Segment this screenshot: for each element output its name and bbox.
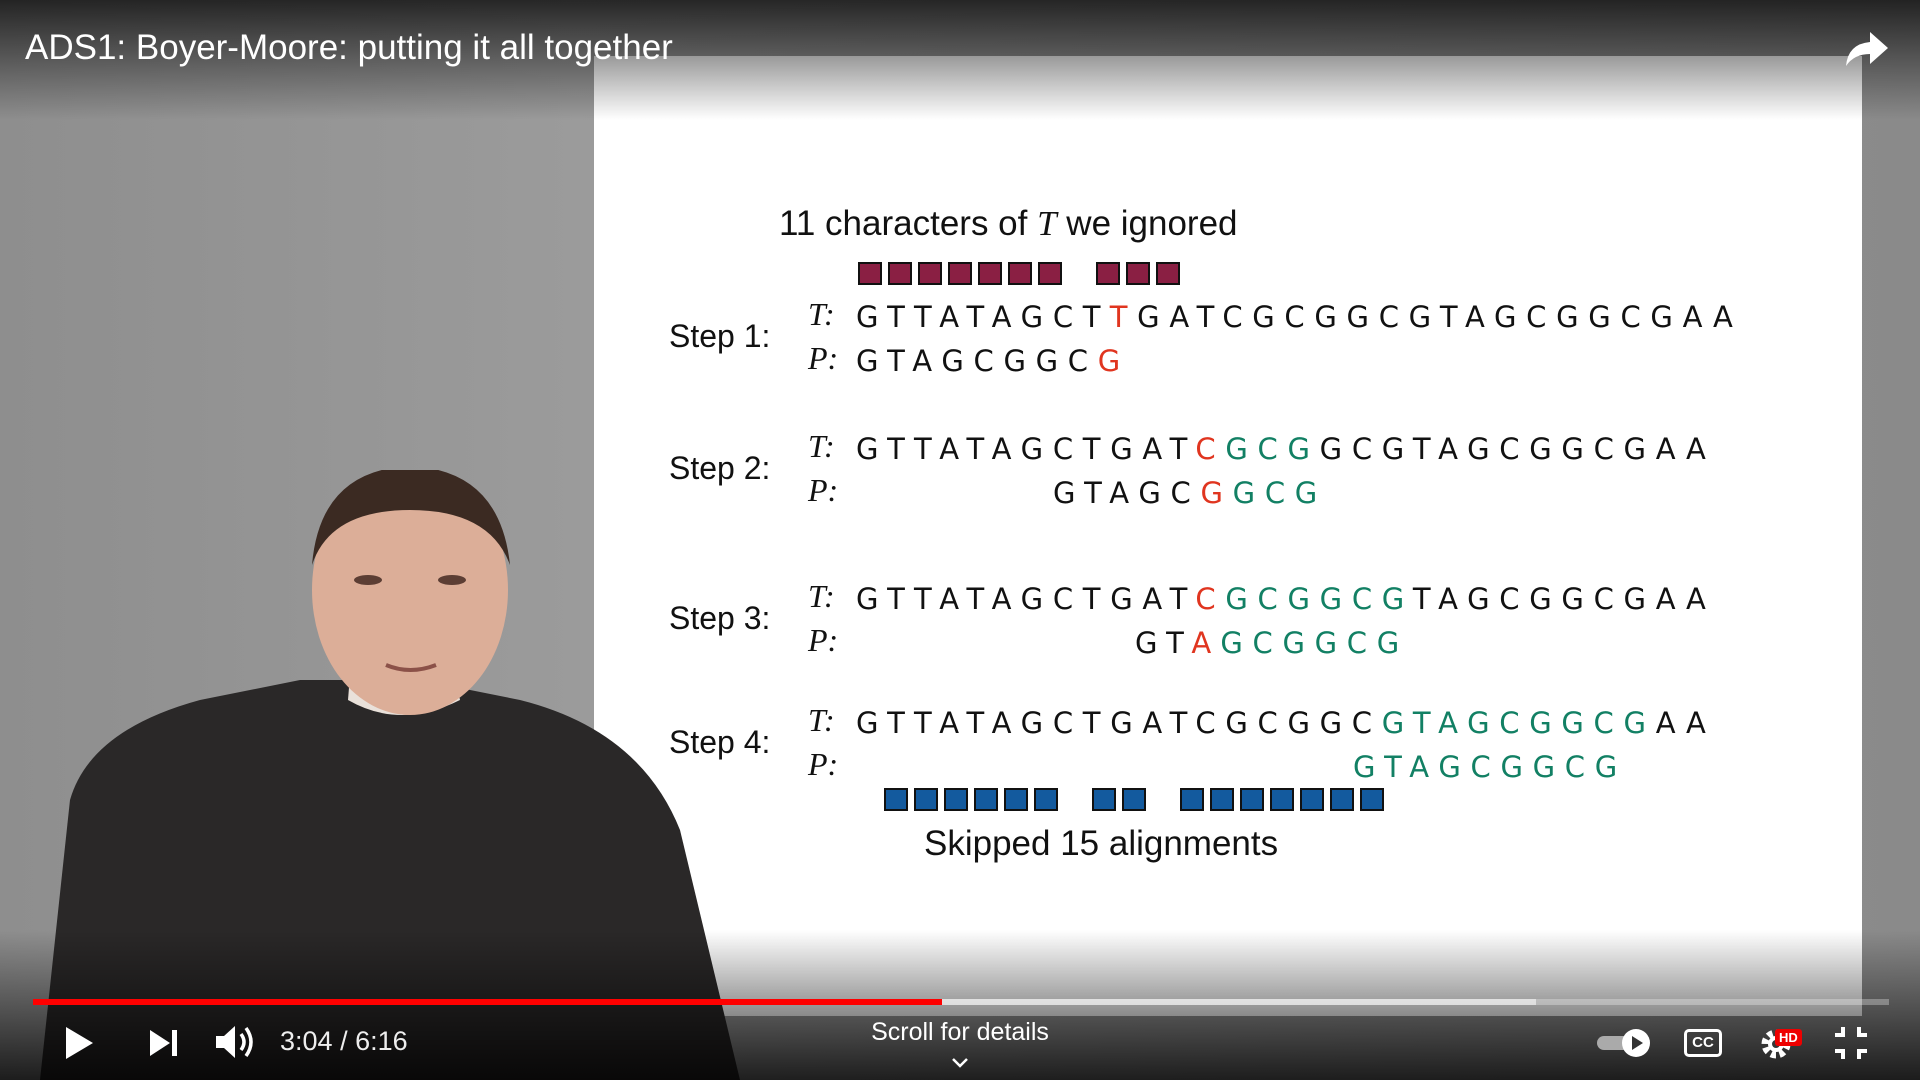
- sequence-segment: AA: [1655, 706, 1716, 740]
- mismatch-segment: C: [1195, 582, 1226, 616]
- blue-box: [1004, 788, 1028, 811]
- sequence-segment: GT: [1135, 626, 1192, 660]
- chevron-down-icon: [952, 1058, 968, 1068]
- slide-content: 11 characters of T we ignored Step 1: T: G…: [594, 56, 1862, 1016]
- slide-heading-ignored: 11 characters of T we ignored: [779, 204, 1238, 244]
- match-segment: GCGGCG: [1220, 626, 1409, 660]
- exit-fullscreen-icon[interactable]: [1833, 1025, 1869, 1061]
- scroll-for-details[interactable]: Scroll for details: [860, 1018, 1060, 1076]
- match-segment: GCGGCG: [1225, 582, 1413, 616]
- p-sequence-label: P:: [808, 622, 839, 658]
- mismatch-segment: C: [1195, 432, 1226, 466]
- maroon-box: [1038, 262, 1062, 285]
- sequence-segment: GTTATAGCT: [856, 300, 1110, 334]
- blue-box: [1122, 788, 1146, 811]
- sequence-segment: GTTATAGCTGAT: [856, 582, 1196, 616]
- sequence-segment: GTAGC: [1053, 476, 1201, 510]
- hd-badge: HD: [1775, 1029, 1802, 1046]
- box-gap: [1068, 262, 1090, 285]
- maroon-box: [1008, 262, 1032, 285]
- slide-heading-skipped: Skipped 15 alignments: [924, 824, 1279, 863]
- pattern-sequence: GTAGCGGCG: [1053, 476, 1327, 510]
- blue-box: [1270, 788, 1294, 811]
- mismatch-segment: T: [1109, 300, 1138, 334]
- slide: 11 characters of T we ignored Step 1: T: G…: [594, 56, 1862, 1016]
- maroon-box: [1126, 262, 1150, 285]
- time-display: 3:04 / 6:16: [280, 1026, 408, 1057]
- box-gap: [1152, 788, 1174, 811]
- video-player[interactable]: 11 characters of T we ignored Step 1: T: G…: [0, 0, 1920, 1080]
- maroon-box: [918, 262, 942, 285]
- sequence-segment: GTTATAGCTGAT: [856, 432, 1196, 466]
- p-sequence-label: P:: [808, 340, 839, 376]
- pattern-sequence: GTAGCGGCG: [1135, 626, 1409, 660]
- mismatch-segment: A: [1191, 626, 1221, 660]
- text-sequence: GTTATAGCTGATCGCGGCGTAGCGGCGAA: [856, 432, 1716, 466]
- captions-button[interactable]: CC: [1684, 1029, 1722, 1057]
- maroon-box: [948, 262, 972, 285]
- skipped-alignments-boxes: [884, 788, 1384, 811]
- blue-box: [1300, 788, 1324, 811]
- blue-box: [974, 788, 998, 811]
- sequence-segment: TAGCGGCGAA: [1412, 582, 1716, 616]
- sequence-segment: GTAGCGGC: [856, 344, 1098, 378]
- mismatch-segment: G: [1097, 344, 1130, 378]
- maroon-box: [888, 262, 912, 285]
- p-sequence-label: P:: [808, 746, 839, 782]
- sequence-segment: GTTATAGCTGATCGCGGC: [856, 706, 1382, 740]
- mismatch-segment: G: [1200, 476, 1233, 510]
- step-label: Step 1:: [669, 318, 771, 354]
- t-sequence-label: T:: [808, 702, 835, 738]
- blue-box: [1092, 788, 1116, 811]
- play-icon[interactable]: [62, 1024, 96, 1062]
- scroll-hint-label: Scroll for details: [871, 1018, 1049, 1046]
- heading-text-post: we ignored: [1056, 204, 1238, 243]
- match-segment: GTAGCGGCG: [1381, 706, 1656, 740]
- blue-box: [1034, 788, 1058, 811]
- t-sequence-label: T:: [808, 428, 835, 464]
- match-segment: GCG: [1232, 476, 1327, 510]
- maroon-box: [978, 262, 1002, 285]
- match-segment: GTAGCGGCG: [1353, 750, 1627, 784]
- p-sequence-label: P:: [808, 472, 839, 508]
- time-separator: /: [340, 1026, 348, 1056]
- maroon-box: [1156, 262, 1180, 285]
- box-gap: [1064, 788, 1086, 811]
- ignored-characters-boxes: [858, 262, 1180, 285]
- volume-icon[interactable]: [213, 1022, 257, 1062]
- autoplay-toggle-icon[interactable]: [1596, 1028, 1654, 1058]
- blue-box: [914, 788, 938, 811]
- blue-box: [1330, 788, 1354, 811]
- duration: 6:16: [355, 1026, 408, 1056]
- video-title[interactable]: ADS1: Boyer-Moore: putting it all togeth…: [25, 28, 673, 68]
- blue-box: [1210, 788, 1234, 811]
- sequence-segment: GATCGCGGCGTAGCGGCGAA: [1137, 300, 1743, 334]
- pattern-sequence: GTAGCGGCG: [856, 344, 1130, 378]
- maroon-box: [858, 262, 882, 285]
- next-icon[interactable]: [148, 1028, 180, 1058]
- blue-box: [884, 788, 908, 811]
- t-sequence-label: T:: [808, 296, 835, 332]
- progress-bar[interactable]: [33, 999, 1889, 1005]
- heading-text-pre: 11 characters of: [779, 204, 1038, 243]
- blue-box: [1360, 788, 1384, 811]
- sequence-segment: GCGTAGCGGCGAA: [1319, 432, 1716, 466]
- share-icon[interactable]: [1844, 28, 1890, 68]
- text-sequence: GTTATAGCTTGATCGCGGCGTAGCGGCGAA: [856, 300, 1742, 334]
- match-segment: GCG: [1225, 432, 1320, 466]
- blue-box: [944, 788, 968, 811]
- pattern-sequence: GTAGCGGCG: [1353, 750, 1627, 784]
- played-bar: [33, 999, 943, 1005]
- blue-box: [1180, 788, 1204, 811]
- heading-variable: T: [1037, 204, 1057, 243]
- maroon-box: [1096, 262, 1120, 285]
- current-time: 3:04: [280, 1026, 333, 1056]
- text-sequence: GTTATAGCTGATCGCGGCGTAGCGGCGAA: [856, 582, 1716, 616]
- t-sequence-label: T:: [808, 578, 835, 614]
- text-sequence: GTTATAGCTGATCGCGGCGTAGCGGCGAA: [856, 706, 1716, 740]
- blue-box: [1240, 788, 1264, 811]
